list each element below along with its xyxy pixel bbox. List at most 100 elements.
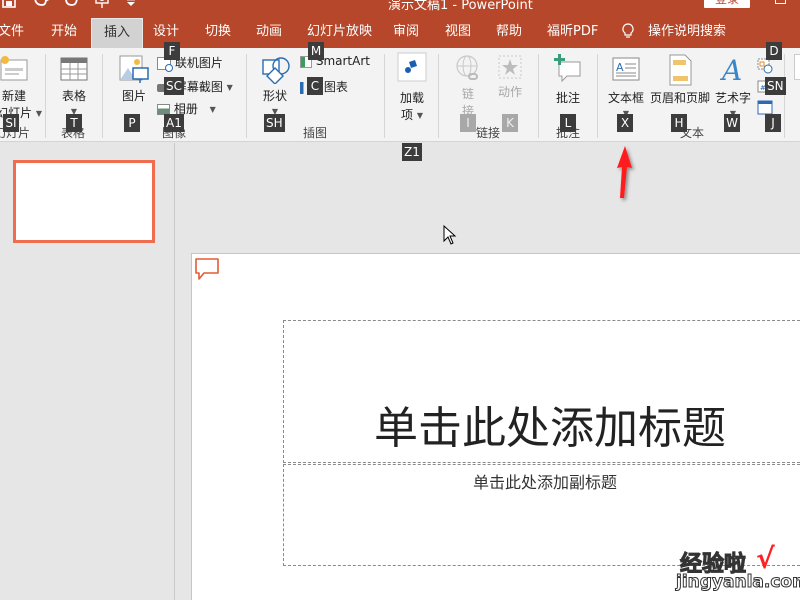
tab-file[interactable]: 文件 bbox=[0, 16, 24, 48]
red-arrow-annotation-icon bbox=[608, 140, 638, 204]
separator bbox=[45, 54, 46, 138]
title-bar: 演示文稿1 - PowerPoint 登录 bbox=[0, 0, 800, 16]
comment-button[interactable]: 批注 bbox=[550, 54, 586, 106]
wordart-button[interactable]: A 艺术字 ▼ bbox=[714, 54, 752, 120]
picture-icon bbox=[119, 55, 149, 83]
wordart-label: 艺术字 bbox=[714, 91, 751, 105]
addins-button[interactable]: 加载 项 ▼ bbox=[394, 52, 430, 123]
picture-label: 图片 bbox=[121, 89, 146, 103]
separator bbox=[384, 54, 385, 138]
link-label-1: 链 bbox=[461, 87, 474, 101]
keytip-online-pictures: F bbox=[164, 42, 180, 60]
keytip-new-slide: SI bbox=[3, 114, 19, 132]
tab-foxit-pdf[interactable]: 福昕PDF bbox=[547, 16, 598, 48]
group-label-links: 链接 bbox=[476, 126, 501, 140]
keytip-shapes: SH bbox=[264, 114, 285, 132]
textbox-button[interactable]: A 文本框 ▼ bbox=[606, 54, 646, 120]
picture-button[interactable]: 图片 bbox=[114, 54, 154, 104]
keytip-smartart: M bbox=[308, 42, 324, 60]
shapes-icon bbox=[262, 57, 290, 85]
shapes-button[interactable]: 形状 ▼ bbox=[256, 56, 294, 118]
link-button[interactable]: 链 接 bbox=[450, 54, 486, 119]
tab-help[interactable]: 帮助 bbox=[496, 16, 522, 48]
present-from-start-icon[interactable] bbox=[94, 0, 112, 12]
powerpoint-window: 演示文稿1 - PowerPoint 登录 文件 开始 插入 设计 切换 动画 … bbox=[0, 0, 800, 600]
action-star-icon bbox=[498, 55, 522, 79]
shapes-label: 形状 bbox=[262, 89, 287, 103]
tab-home[interactable]: 开始 bbox=[51, 16, 77, 48]
title-placeholder-text: 单击此处添加标题 bbox=[374, 403, 726, 454]
slide-thumbnails-pane bbox=[0, 143, 175, 600]
ribbon-display-options-icon[interactable] bbox=[775, 0, 786, 4]
tab-insert[interactable]: 插入 bbox=[91, 18, 144, 50]
keytip-chart: C bbox=[307, 77, 323, 95]
textbox-icon: A bbox=[612, 57, 640, 81]
keytip-object: J bbox=[765, 114, 781, 132]
customize-qat-icon[interactable] bbox=[126, 0, 136, 12]
keytip-slide-number: SN bbox=[765, 77, 786, 95]
keytip-header-footer: H bbox=[671, 114, 687, 132]
lightbulb-icon bbox=[622, 23, 634, 39]
table-button[interactable]: 表格 ▼ bbox=[56, 56, 92, 118]
action-label: 动作 bbox=[497, 85, 522, 99]
ribbon-insert: 新建 幻灯片 ▼ SI 幻灯片 表格 ▼ T 表格 图片 P 联机图片 F 屏幕… bbox=[0, 42, 800, 161]
keytip-action: K bbox=[502, 114, 518, 132]
date-time-icon bbox=[757, 58, 773, 74]
mouse-pointer-icon bbox=[443, 224, 459, 247]
symbols-button-partial[interactable] bbox=[794, 54, 800, 80]
keytip-comment: L bbox=[560, 114, 576, 132]
keytip-photo-album: A1 bbox=[164, 114, 184, 132]
comment-label: 批注 bbox=[555, 91, 580, 105]
slide-thumbnail-1[interactable] bbox=[13, 160, 155, 243]
save-icon[interactable] bbox=[2, 0, 16, 13]
group-label-illustrations: 插图 bbox=[303, 126, 328, 140]
wordart-icon: A bbox=[719, 54, 742, 87]
ribbon-tabs: 文件 开始 插入 设计 切换 动画 幻灯片放映 审阅 视图 帮助 福昕PDF 操… bbox=[0, 16, 800, 50]
tab-transitions[interactable]: 切换 bbox=[205, 16, 231, 48]
svg-text:A: A bbox=[719, 54, 742, 84]
header-footer-icon bbox=[669, 54, 692, 86]
keytip-wordart: W bbox=[724, 114, 740, 132]
separator bbox=[538, 54, 539, 138]
addins-icon bbox=[397, 52, 427, 82]
undo-icon[interactable] bbox=[32, 0, 50, 12]
watermark-check-icon: √ bbox=[756, 542, 775, 575]
comment-marker-icon[interactable] bbox=[194, 257, 220, 281]
watermark: 经验啦 √ jingyanla.com bbox=[676, 542, 800, 598]
title-placeholder[interactable]: 单击此处添加标题 bbox=[283, 320, 800, 463]
link-icon bbox=[456, 55, 478, 80]
table-icon bbox=[60, 57, 88, 81]
separator bbox=[597, 54, 598, 138]
keytip-date-time: D bbox=[766, 42, 782, 60]
watermark-url: jingyanla.com bbox=[676, 572, 800, 593]
table-label: 表格 bbox=[61, 89, 86, 103]
tab-animations[interactable]: 动画 bbox=[256, 16, 282, 48]
addins-label-2: 项 ▼ bbox=[401, 108, 423, 122]
new-comment-icon bbox=[554, 54, 581, 83]
keytip-link: I bbox=[460, 114, 476, 132]
keytip-table: T bbox=[66, 114, 82, 132]
svg-text:A: A bbox=[616, 61, 624, 74]
tab-view[interactable]: 视图 bbox=[445, 16, 471, 48]
separator bbox=[784, 54, 785, 138]
header-footer-button[interactable]: 页眉和页脚 bbox=[648, 54, 712, 106]
new-slide-button[interactable]: 新建 幻灯片 ▼ bbox=[0, 54, 42, 121]
tab-review[interactable]: 审阅 bbox=[393, 16, 419, 48]
redo-icon[interactable] bbox=[62, 0, 80, 12]
keytip-picture: P bbox=[124, 114, 140, 132]
date-time-button[interactable] bbox=[757, 58, 773, 77]
separator bbox=[102, 54, 103, 138]
header-footer-label: 页眉和页脚 bbox=[649, 91, 710, 105]
new-slide-icon bbox=[0, 56, 28, 81]
login-button[interactable]: 登录 bbox=[704, 0, 750, 8]
addins-label-1: 加载 bbox=[399, 91, 424, 105]
action-button[interactable]: 动作 bbox=[494, 54, 526, 100]
new-slide-label-1: 新建 bbox=[1, 89, 26, 103]
textbox-label: 文本框 bbox=[607, 91, 644, 105]
keytip-addins: Z1 bbox=[402, 143, 422, 161]
separator bbox=[438, 54, 439, 138]
tell-me-search[interactable]: 操作说明搜索 bbox=[648, 16, 726, 48]
document-title: 演示文稿1 - PowerPoint bbox=[388, 0, 533, 13]
keytip-screenshot: SC bbox=[164, 77, 184, 95]
online-pictures-label: 联机图片 bbox=[174, 56, 223, 70]
